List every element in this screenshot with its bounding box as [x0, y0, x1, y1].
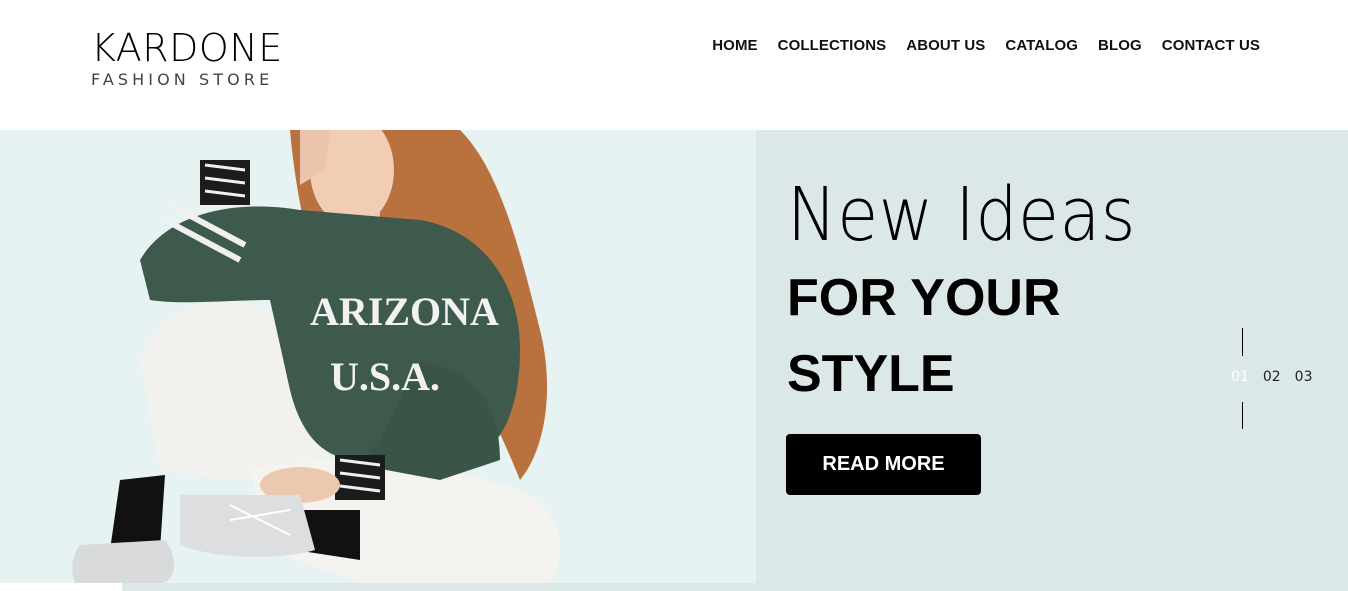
hero-headline-line-2: STYLE: [787, 345, 955, 403]
slide-dot-02[interactable]: 02: [1263, 369, 1281, 385]
hero-bottom-strip: [0, 583, 122, 591]
nav-blog[interactable]: BLOG: [1098, 36, 1142, 56]
brand-tagline: FASHION STORE: [91, 70, 274, 89]
print-text-arizona: ARIZONA: [310, 289, 499, 334]
read-more-button[interactable]: READ MORE: [786, 434, 981, 495]
nav-collections[interactable]: COLLECTIONS: [778, 36, 887, 56]
nav-catalog[interactable]: CATALOG: [1005, 36, 1078, 56]
hero-headline-line-1: FOR YOUR: [787, 269, 1061, 327]
slide-dot-01[interactable]: 01: [1231, 369, 1249, 385]
hero-headline-light: New Ideas: [787, 172, 1136, 258]
slider-pagination: 01 02 03: [1231, 369, 1312, 385]
hero-text-block: New Ideas FOR YOUR STYLE: [787, 170, 1175, 412]
hero-model-image: ARIZONA U.S.A.: [0, 130, 756, 583]
model-illustration: ARIZONA U.S.A.: [72, 130, 560, 583]
main-nav: HOME COLLECTIONS ABOUT US CATALOG BLOG C…: [712, 36, 1260, 56]
site-header: KARDONE FASHION STORE HOME COLLECTIONS A…: [0, 0, 1348, 130]
slider-divider-bottom: [1242, 402, 1243, 429]
nav-about-us[interactable]: ABOUT US: [906, 36, 985, 56]
hero-slider: ARIZONA U.S.A. New Ideas FOR YOUR STYLE …: [0, 130, 1348, 591]
slider-divider-top: [1242, 328, 1243, 356]
print-text-usa: U.S.A.: [330, 354, 440, 399]
brand-logo[interactable]: KARDONE FASHION STORE: [91, 26, 283, 89]
nav-contact-us[interactable]: CONTACT US: [1162, 36, 1260, 56]
brand-name: KARDONE: [91, 26, 283, 70]
slide-dot-03[interactable]: 03: [1295, 369, 1313, 385]
nav-home[interactable]: HOME: [712, 36, 757, 56]
